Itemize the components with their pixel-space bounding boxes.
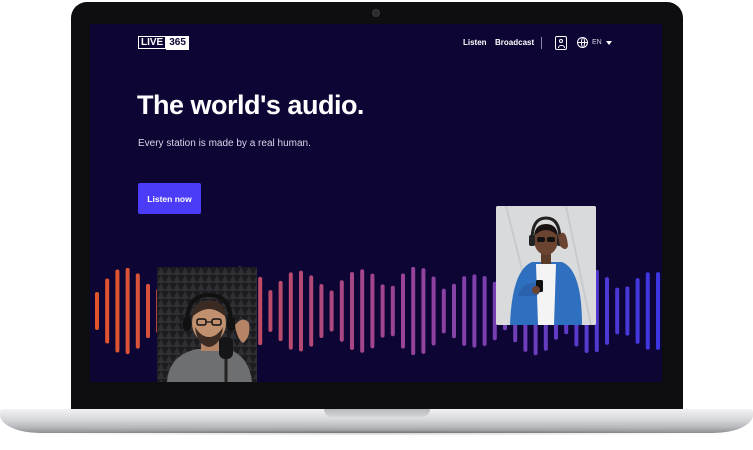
waveform-bar — [635, 278, 640, 344]
waveform-bar — [146, 283, 150, 339]
live365-logo[interactable]: LIVE 365 — [138, 36, 189, 50]
waveform-bar — [462, 276, 467, 346]
waveform-bar — [115, 269, 120, 353]
language-selector[interactable]: EN — [592, 39, 602, 46]
waveform-bar — [309, 275, 314, 347]
hero-subtitle: Every station is made by a real human. — [138, 138, 311, 149]
waveform-bar — [278, 280, 283, 342]
logo-number: 365 — [166, 36, 189, 50]
logo-live: LIVE — [138, 36, 167, 49]
podcaster-photo — [157, 267, 257, 382]
waveform-bar — [350, 272, 354, 350]
waveform-bar — [370, 273, 375, 349]
nav-listen[interactable]: Listen — [463, 38, 487, 47]
waveform-bar — [452, 283, 456, 339]
waveform-bar — [380, 284, 385, 338]
user-icon[interactable] — [555, 36, 567, 50]
globe-icon[interactable] — [577, 37, 588, 48]
listen-now-button[interactable]: Listen now — [138, 183, 201, 214]
nav-broadcast[interactable]: Broadcast — [495, 38, 534, 47]
laptop-screen: LIVE 365 Listen Broadcast EN The world's… — [90, 24, 662, 382]
waveform-bar — [125, 267, 130, 355]
waveform-bar — [401, 273, 405, 349]
waveform-bar — [268, 290, 273, 332]
listener-photo — [496, 206, 596, 325]
waveform-bar — [441, 288, 446, 334]
waveform-bar — [605, 277, 609, 345]
waveform-bar — [625, 286, 630, 336]
hero-title: The world's audio. — [137, 90, 364, 120]
waveform-bar — [615, 287, 620, 335]
waveform-bar — [95, 292, 99, 330]
webcam — [373, 10, 379, 16]
waveform-bar — [339, 280, 344, 342]
waveform-bar — [329, 290, 334, 332]
chevron-down-icon[interactable] — [606, 41, 612, 45]
waveform-bar — [645, 272, 650, 350]
waveform-bar — [258, 276, 263, 346]
waveform-bar — [421, 268, 426, 354]
waveform-bar — [411, 266, 416, 356]
waveform-bar — [360, 269, 365, 353]
waveform-bar — [472, 274, 477, 348]
nav-divider — [541, 37, 542, 49]
waveform-bar — [135, 273, 140, 349]
waveform-bar — [319, 284, 324, 338]
waveform-bar — [288, 272, 293, 350]
waveform-bar — [390, 285, 395, 337]
waveform-bar — [105, 278, 110, 344]
waveform-bar — [482, 275, 487, 347]
waveform-bar — [656, 272, 660, 350]
laptop-shadow — [10, 430, 743, 436]
laptop-notch — [324, 409, 430, 417]
waveform-bar — [299, 270, 303, 352]
waveform-bar — [431, 276, 436, 346]
